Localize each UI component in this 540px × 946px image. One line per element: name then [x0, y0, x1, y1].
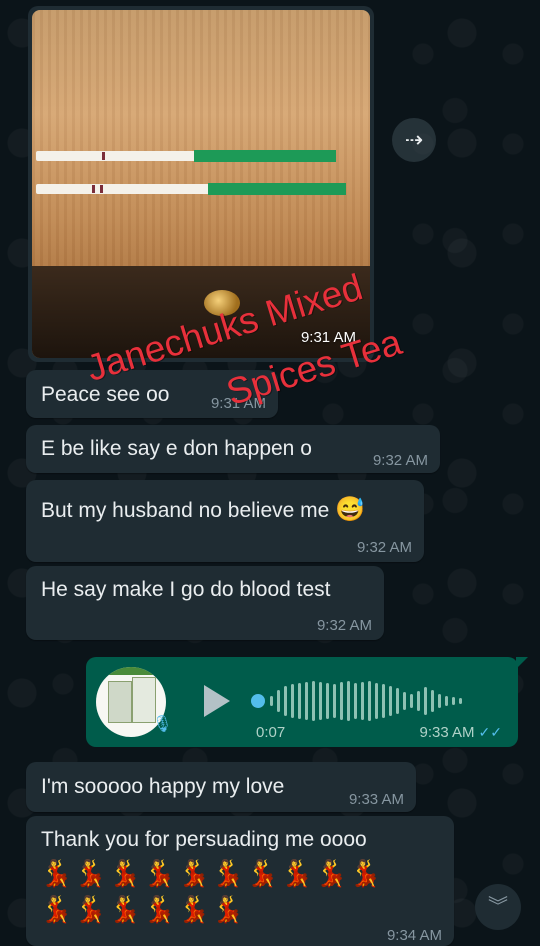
message-text: Thank you for persuading me oooo: [41, 828, 367, 851]
waveform-bar: [403, 692, 406, 710]
waveform-bar: [284, 686, 287, 716]
test-strip: [36, 183, 346, 195]
incoming-message[interactable]: Thank you for persuading me oooo 💃💃💃💃💃💃💃…: [26, 816, 454, 946]
chevron-double-down-icon[interactable]: ︾: [475, 884, 521, 930]
waveform-bar: [375, 683, 378, 719]
message-time: 9:32 AM: [372, 452, 428, 469]
sweat-smile-emoji: 😅: [335, 496, 366, 523]
test-strip: [36, 150, 336, 162]
waveform-bar: [333, 684, 336, 718]
message-time: 9:32 AM: [356, 539, 412, 556]
waveform-bar: [452, 697, 455, 705]
waveform-bar: [431, 690, 434, 712]
message-text: E be like say e don happen o: [41, 437, 312, 460]
waveform-bar: [396, 688, 399, 714]
read-ticks-icon: ✓✓: [478, 724, 502, 740]
waveform-bar: [347, 681, 350, 721]
waveform[interactable]: [270, 679, 490, 723]
waveform-bar: [326, 683, 329, 719]
message-text: I'm sooooo happy my love: [41, 775, 285, 798]
waveform-bar: [410, 694, 413, 708]
voice-message[interactable]: 🎙 0:07 9:33 AM ✓✓: [86, 657, 528, 747]
dancer-emoji-row: 💃💃💃💃💃💃: [40, 894, 247, 924]
incoming-message[interactable]: He say make I go do blood test 9:32 AM: [26, 566, 384, 640]
message-time: 9:33 AM: [348, 791, 404, 808]
incoming-message[interactable]: But my husband no believe me 😅 9:32 AM: [26, 480, 424, 562]
message-time: 9:32 AM: [316, 617, 372, 634]
waveform-bar: [368, 681, 371, 721]
waveform-bar: [438, 694, 441, 708]
waveform-bar: [354, 683, 357, 719]
voice-duration: 0:07: [256, 724, 286, 741]
waveform-bar: [298, 683, 301, 719]
waveform-bar: [459, 698, 462, 704]
waveform-bar: [445, 696, 448, 706]
message-text: Peace see oo: [41, 383, 170, 406]
waveform-bar: [277, 690, 280, 712]
waveform-bar: [305, 682, 308, 720]
waveform-bar: [389, 686, 392, 716]
forward-icon[interactable]: ⇢: [392, 118, 436, 162]
dancer-emoji-row: 💃💃💃💃💃💃💃💃💃💃: [40, 858, 384, 888]
waveform-bar: [319, 682, 322, 720]
waveform-bar: [361, 682, 364, 720]
incoming-message[interactable]: I'm sooooo happy my love 9:33 AM: [26, 762, 416, 812]
waveform-bar: [291, 684, 294, 718]
microphone-icon: 🎙: [152, 716, 173, 733]
message-time: 9:33 AM ✓✓: [419, 724, 502, 741]
play-icon[interactable]: [204, 685, 230, 717]
waveform-bar: [424, 687, 427, 715]
waveform-bar: [270, 696, 273, 706]
message-text: He say make I go do blood test: [41, 578, 331, 601]
waveform-bar: [312, 681, 315, 721]
message-text: But my husband no believe me: [41, 499, 330, 522]
waveform-bar: [382, 684, 385, 718]
playback-scrubber[interactable]: [251, 694, 265, 708]
waveform-bar: [417, 691, 420, 711]
message-time: 9:34 AM: [386, 927, 442, 944]
incoming-message[interactable]: E be like say e don happen o 9:32 AM: [26, 425, 440, 473]
waveform-bar: [340, 682, 343, 720]
